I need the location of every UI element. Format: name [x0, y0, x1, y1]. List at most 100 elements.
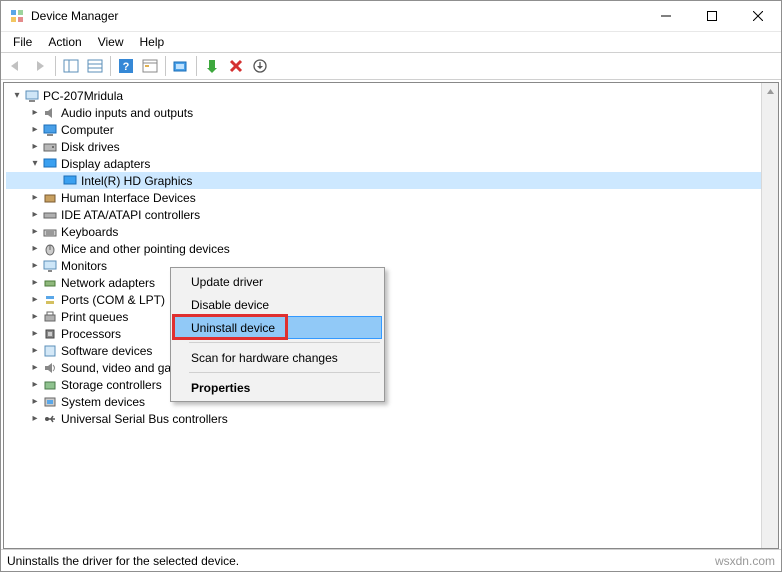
context-disable-device[interactable]: Disable device	[173, 293, 382, 316]
forward-button[interactable]	[29, 55, 51, 77]
toolbar: ?	[1, 52, 781, 80]
back-button[interactable]	[5, 55, 27, 77]
chevron-right-icon[interactable]: ▸	[28, 328, 42, 339]
sound-icon	[42, 360, 58, 376]
usb-icon	[42, 411, 58, 427]
chevron-right-icon[interactable]: ▸	[28, 141, 42, 152]
tree-item-ide[interactable]: ▸ IDE ATA/ATAPI controllers	[6, 206, 778, 223]
cpu-icon	[42, 326, 58, 342]
status-bar: Uninstalls the driver for the selected d…	[1, 549, 781, 571]
disk-icon	[42, 139, 58, 155]
tree-item-sound[interactable]: ▸ Sound, video and game controllers	[6, 359, 778, 376]
scroll-up-icon[interactable]	[762, 83, 778, 100]
uninstall-device-button[interactable]	[225, 55, 247, 77]
printer-icon	[42, 309, 58, 325]
help-button[interactable]: ?	[115, 55, 137, 77]
watermark: wsxdn.com	[715, 554, 775, 568]
chevron-down-icon[interactable]: ▾	[10, 90, 24, 101]
tree-item-audio[interactable]: ▸ Audio inputs and outputs	[6, 104, 778, 121]
tree-label: Print queues	[61, 310, 128, 324]
toolbar-separator	[55, 56, 56, 76]
context-scan-hardware[interactable]: Scan for hardware changes	[173, 346, 382, 369]
tree-label: Monitors	[61, 259, 107, 273]
display-adapter-icon	[62, 173, 78, 189]
chevron-right-icon[interactable]: ▸	[28, 311, 42, 322]
chevron-right-icon[interactable]: ▸	[28, 379, 42, 390]
chevron-right-icon[interactable]: ▸	[28, 260, 42, 271]
tree-label: System devices	[61, 395, 145, 409]
tree-item-usb[interactable]: ▸ Universal Serial Bus controllers	[6, 410, 778, 427]
tree-label: Intel(R) HD Graphics	[81, 174, 198, 188]
tree-item-ports[interactable]: ▸ Ports (COM & LPT)	[6, 291, 778, 308]
minimize-button[interactable]	[643, 1, 689, 31]
context-separator	[189, 372, 380, 373]
context-properties[interactable]: Properties	[173, 376, 382, 399]
tree-root[interactable]: ▾ PC-207Mridula	[6, 87, 778, 104]
menu-action[interactable]: Action	[40, 33, 89, 51]
chevron-right-icon[interactable]: ▸	[28, 413, 42, 424]
ide-icon	[42, 207, 58, 223]
context-separator	[189, 342, 380, 343]
tree-item-intel-hd-graphics[interactable]: Intel(R) HD Graphics	[6, 172, 778, 189]
storage-icon	[42, 377, 58, 393]
update-driver-button[interactable]	[249, 55, 271, 77]
vertical-scrollbar[interactable]	[761, 83, 778, 548]
monitor-icon	[42, 258, 58, 274]
software-icon	[42, 343, 58, 359]
tree-item-storage[interactable]: ▸ Storage controllers	[6, 376, 778, 393]
tree-item-software-devices[interactable]: ▸ Software devices	[6, 342, 778, 359]
context-menu: Update driver Disable device Uninstall d…	[170, 267, 385, 402]
port-icon	[42, 292, 58, 308]
action-properties-button[interactable]	[139, 55, 161, 77]
chevron-right-icon[interactable]: ▸	[28, 226, 42, 237]
tree-label: IDE ATA/ATAPI controllers	[61, 208, 200, 222]
chevron-down-icon[interactable]: ▾	[28, 158, 42, 169]
tree-item-mice[interactable]: ▸ Mice and other pointing devices	[6, 240, 778, 257]
speaker-icon	[42, 105, 58, 121]
tree-item-monitors[interactable]: ▸ Monitors	[6, 257, 778, 274]
tree-item-keyboards[interactable]: ▸ Keyboards	[6, 223, 778, 240]
status-text: Uninstalls the driver for the selected d…	[7, 554, 239, 568]
tree-item-disk[interactable]: ▸ Disk drives	[6, 138, 778, 155]
tree-item-hid[interactable]: ▸ Human Interface Devices	[6, 189, 778, 206]
hid-icon	[42, 190, 58, 206]
properties-button[interactable]	[84, 55, 106, 77]
tree-item-network[interactable]: ▸ Network adapters	[6, 274, 778, 291]
tree-label: Computer	[61, 123, 114, 137]
tree-label: Universal Serial Bus controllers	[61, 412, 228, 426]
maximize-button[interactable]	[689, 1, 735, 31]
tree-label: Software devices	[61, 344, 152, 358]
chevron-right-icon[interactable]: ▸	[28, 124, 42, 135]
device-tree-pane: ▾ PC-207Mridula ▸ Audio inputs and outpu…	[3, 82, 779, 549]
chevron-right-icon[interactable]: ▸	[28, 192, 42, 203]
enable-device-button[interactable]	[201, 55, 223, 77]
system-icon	[42, 394, 58, 410]
tree-item-display[interactable]: ▾ Display adapters	[6, 155, 778, 172]
tree-item-print-queues[interactable]: ▸ Print queues	[6, 308, 778, 325]
show-hide-tree-button[interactable]	[60, 55, 82, 77]
chevron-right-icon[interactable]: ▸	[28, 209, 42, 220]
tree-label: Disk drives	[61, 140, 120, 154]
chevron-right-icon[interactable]: ▸	[28, 107, 42, 118]
chevron-right-icon[interactable]: ▸	[28, 396, 42, 407]
tree-label: Ports (COM & LPT)	[61, 293, 165, 307]
chevron-right-icon[interactable]: ▸	[28, 362, 42, 373]
tree-item-computer[interactable]: ▸ Computer	[6, 121, 778, 138]
tree-item-system[interactable]: ▸ System devices	[6, 393, 778, 410]
menu-file[interactable]: File	[5, 33, 40, 51]
context-uninstall-device[interactable]: Uninstall device	[173, 316, 382, 339]
menu-view[interactable]: View	[90, 33, 132, 51]
chevron-right-icon[interactable]: ▸	[28, 243, 42, 254]
tree-item-processors[interactable]: ▸ Processors	[6, 325, 778, 342]
chevron-right-icon[interactable]: ▸	[28, 277, 42, 288]
tree-label: Storage controllers	[61, 378, 162, 392]
chevron-right-icon[interactable]: ▸	[28, 294, 42, 305]
close-button[interactable]	[735, 1, 781, 31]
svg-text:?: ?	[123, 61, 130, 73]
context-update-driver[interactable]: Update driver	[173, 270, 382, 293]
toolbar-separator	[196, 56, 197, 76]
display-adapter-icon	[42, 156, 58, 172]
menu-help[interactable]: Help	[132, 33, 173, 51]
chevron-right-icon[interactable]: ▸	[28, 345, 42, 356]
scan-hardware-button[interactable]	[170, 55, 192, 77]
